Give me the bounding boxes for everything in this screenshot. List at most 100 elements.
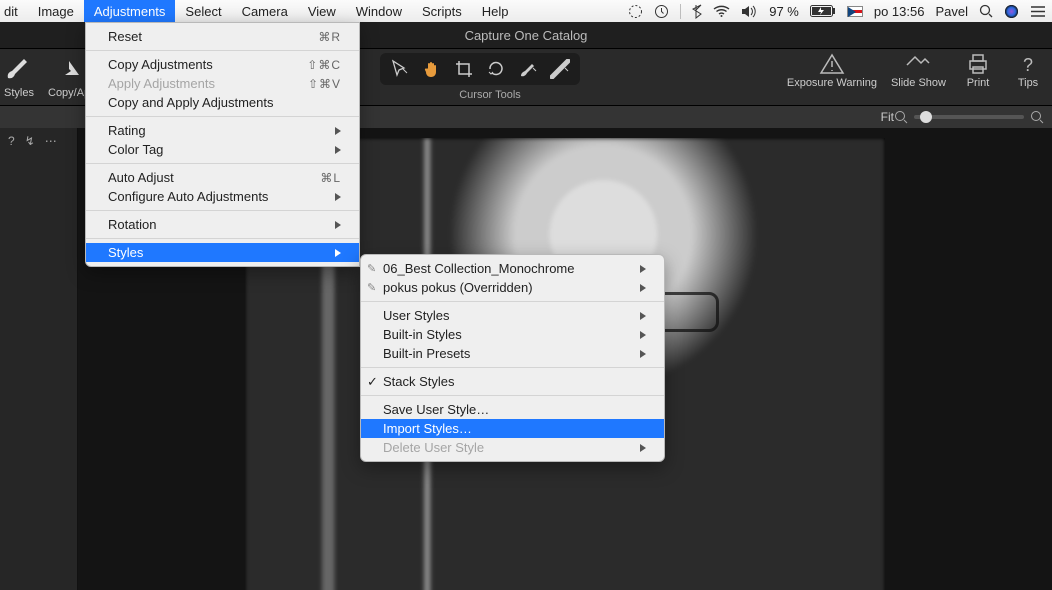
clock[interactable]: po 13:56	[874, 4, 925, 19]
print-icon	[966, 53, 990, 75]
chevron-right-icon	[335, 127, 341, 135]
adjustments-item-label: Styles	[108, 245, 143, 260]
styles-item-06-best-collection-monochrome[interactable]: ✎06_Best Collection_Monochrome	[361, 259, 664, 278]
adjustments-item-reset[interactable]: Reset⌘R	[86, 27, 359, 46]
app-menu: dit Image Adjustments Select Camera View…	[0, 0, 519, 22]
styles-item-save-user-style[interactable]: Save User Style…	[361, 400, 664, 419]
styles-item-separator	[361, 367, 664, 368]
adjustments-item-styles[interactable]: Styles	[86, 243, 359, 262]
menu-scripts[interactable]: Scripts	[412, 0, 472, 22]
menu-edit[interactable]: dit	[0, 0, 28, 22]
styles-item-built-in-presets[interactable]: Built-in Presets	[361, 344, 664, 363]
styles-item-user-styles[interactable]: User Styles	[361, 306, 664, 325]
more-icon[interactable]: ⋯	[45, 134, 57, 148]
adjustments-item-label: Copy and Apply Adjustments	[108, 95, 274, 110]
rotate-tool-icon[interactable]	[486, 59, 506, 79]
adjustments-item-separator	[86, 163, 359, 164]
styles-item-pokus-pokus-overridden[interactable]: ✎pokus pokus (Overridden)	[361, 278, 664, 297]
tips-label: Tips	[1018, 77, 1038, 89]
menu-adjustments[interactable]: Adjustments	[84, 0, 176, 22]
siri-icon[interactable]	[1004, 4, 1019, 19]
battery-percent: 97 %	[769, 4, 799, 19]
print-button[interactable]: Print	[960, 53, 996, 89]
chevron-right-icon	[335, 249, 341, 257]
gradient-tool-icon[interactable]	[550, 59, 570, 79]
input-flag-icon[interactable]	[847, 6, 863, 17]
macos-menubar: dit Image Adjustments Select Camera View…	[0, 0, 1052, 22]
menubar-status: 97 % po 13:56 Pavel	[628, 4, 1046, 19]
help-small-icon[interactable]: ?	[8, 134, 15, 148]
exposure-warning-label: Exposure Warning	[787, 77, 877, 89]
copy-apply-label: Copy/Ap	[48, 87, 90, 99]
styles-item-label: Delete User Style	[383, 440, 484, 455]
chevron-right-icon	[640, 444, 646, 452]
menu-select[interactable]: Select	[175, 0, 231, 22]
chevron-right-icon	[335, 193, 341, 201]
slide-show-button[interactable]: Slide Show	[891, 53, 946, 89]
pointer-tool-icon[interactable]	[390, 59, 410, 79]
wifi-icon[interactable]	[713, 5, 730, 17]
menu-camera[interactable]: Camera	[232, 0, 298, 22]
help-icon: ?	[1017, 53, 1039, 75]
menu-view[interactable]: View	[298, 0, 346, 22]
brush-icon	[4, 53, 34, 83]
copy-apply-tool[interactable]: Copy/Ap	[48, 53, 90, 99]
adjustments-item-apply-adjustments: Apply Adjustments⇧⌘V	[86, 74, 359, 93]
user-name[interactable]: Pavel	[935, 4, 968, 19]
styles-item-label: Stack Styles	[383, 374, 455, 389]
adjustments-item-separator	[86, 238, 359, 239]
styles-tool[interactable]: Styles	[4, 53, 34, 99]
menu-window[interactable]: Window	[346, 0, 412, 22]
brush-tool-icon[interactable]	[518, 59, 538, 79]
styles-item-built-in-styles[interactable]: Built-in Styles	[361, 325, 664, 344]
zoom-out-icon[interactable]	[894, 110, 908, 124]
styles-item-delete-user-style: Delete User Style	[361, 438, 664, 457]
bluetooth-icon[interactable]	[692, 4, 702, 19]
pan-tool-icon[interactable]	[422, 59, 442, 79]
check-icon: ✓	[367, 374, 378, 390]
notification-center-icon[interactable]	[1030, 5, 1046, 18]
cursor-tools-label: Cursor Tools	[380, 89, 600, 101]
styles-item-import-styles[interactable]: Import Styles…	[361, 419, 664, 438]
crop-tool-icon[interactable]	[454, 59, 474, 79]
warning-icon	[819, 53, 845, 75]
battery-icon[interactable]	[810, 5, 836, 17]
adjustments-item-copy-and-apply-adjustments[interactable]: Copy and Apply Adjustments	[86, 93, 359, 112]
menu-image[interactable]: Image	[28, 0, 84, 22]
adjustments-item-color-tag[interactable]: Color Tag	[86, 140, 359, 159]
zoom-slider[interactable]	[914, 115, 1024, 119]
zoom-in-icon[interactable]	[1030, 110, 1044, 124]
adjustments-item-separator	[86, 50, 359, 51]
chevron-right-icon	[640, 265, 646, 273]
exposure-warning-button[interactable]: Exposure Warning	[787, 53, 877, 89]
svg-text:?: ?	[1023, 55, 1033, 75]
adjustments-item-separator	[86, 116, 359, 117]
shortcut-label: ⇧⌘C	[307, 58, 341, 72]
adjustments-item-label: Apply Adjustments	[108, 76, 215, 91]
adjustments-item-auto-adjust[interactable]: Auto Adjust⌘L	[86, 168, 359, 187]
brush-small-icon: ✎	[367, 262, 376, 275]
styles-item-label: Built-in Styles	[383, 327, 462, 342]
cursor-tools	[380, 53, 580, 85]
styles-item-label: Built-in Presets	[383, 346, 470, 361]
adjustments-item-rotation[interactable]: Rotation	[86, 215, 359, 234]
styles-item-label: Save User Style…	[383, 402, 489, 417]
adjustments-item-label: Color Tag	[108, 142, 163, 157]
chevron-right-icon	[640, 312, 646, 320]
adjustments-item-rating[interactable]: Rating	[86, 121, 359, 140]
spotlight-icon[interactable]	[979, 4, 993, 18]
chevron-right-icon	[640, 284, 646, 292]
adjustments-item-configure-auto-adjustments[interactable]: Configure Auto Adjustments	[86, 187, 359, 206]
volume-icon[interactable]	[741, 5, 758, 18]
styles-item-stack-styles[interactable]: ✓ Stack Styles	[361, 372, 664, 391]
divider-icon	[680, 4, 681, 19]
options-small-icon[interactable]: ↯	[25, 134, 35, 148]
sync-icon[interactable]	[628, 4, 643, 19]
menu-help[interactable]: Help	[472, 0, 519, 22]
tips-button[interactable]: ? Tips	[1010, 53, 1046, 89]
adjustments-item-label: Reset	[108, 29, 142, 44]
chevron-right-icon	[335, 146, 341, 154]
chevron-right-icon	[640, 331, 646, 339]
timemachine-icon[interactable]	[654, 4, 669, 19]
adjustments-item-copy-adjustments[interactable]: Copy Adjustments⇧⌘C	[86, 55, 359, 74]
